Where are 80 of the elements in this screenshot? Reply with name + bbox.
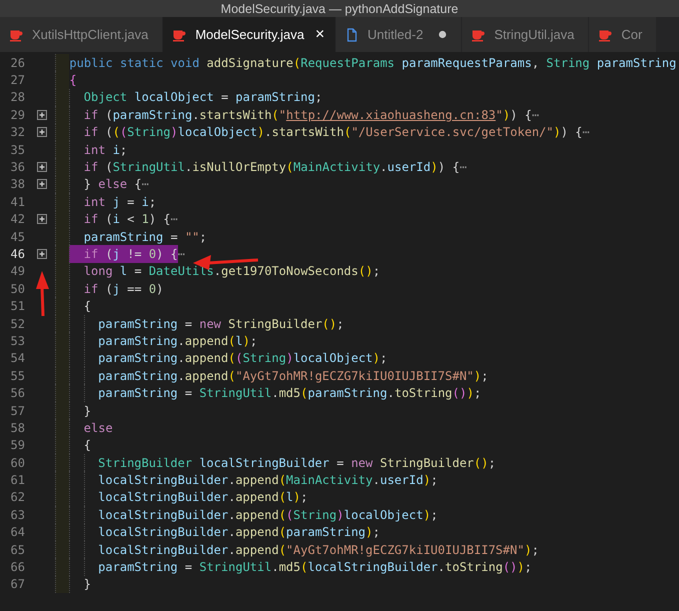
expand-icon[interactable] <box>36 162 46 172</box>
editor-tab[interactable]: ModelSecurity.java × <box>163 17 336 52</box>
line-number: 57 <box>10 404 25 418</box>
expand-icon[interactable] <box>36 110 46 120</box>
editor-tab[interactable]: Cor <box>589 17 658 52</box>
line-number: 38 <box>10 177 25 192</box>
line-number: 27 <box>10 73 25 88</box>
code-line: if (i < 1) {⋯ <box>55 210 178 228</box>
code-line: int j = i; <box>55 193 156 211</box>
line-number: 42 <box>10 212 25 226</box>
code-line: paramString = StringUtil.md5(paramString.toString()); <box>55 384 482 402</box>
coffee-cup-icon <box>172 28 186 42</box>
line-number: 26 <box>10 56 25 70</box>
line-number: 51 <box>10 299 25 314</box>
editor-tab[interactable]: XutilsHttpClient.java <box>0 17 164 52</box>
code-line: localStringBuilder.append(paramString); <box>55 524 380 541</box>
coffee-cup-icon <box>471 28 486 42</box>
code-line: paramString = new StringBuilder(); <box>55 314 344 332</box>
expand-icon[interactable] <box>36 179 46 190</box>
line-number: 60 <box>10 456 25 470</box>
line-number: 35 <box>10 142 25 157</box>
line-number: 41 <box>10 194 25 209</box>
code-line: } <box>55 576 92 594</box>
code-line: paramString.append(l); <box>55 332 258 350</box>
line-number: 61 <box>10 473 25 488</box>
line-number: 55 <box>10 368 25 383</box>
line-number: 58 <box>10 420 25 435</box>
line-number: 45 <box>10 230 25 244</box>
line-number: 67 <box>10 577 25 592</box>
editor-tab[interactable]: StringUtil.java <box>462 17 590 52</box>
code-line: paramString = ""; <box>55 228 207 246</box>
code-line: localStringBuilder.append(l); <box>55 488 308 506</box>
arrow-annotation <box>36 271 49 316</box>
expand-icon[interactable] <box>36 248 46 259</box>
code-line: localStringBuilder.append("AyGt7ohMR!gECZG7kiIU0IUJBII7S#N"); <box>55 540 539 558</box>
code-line: long l = DateUtils.get1970ToNowSeconds(); <box>55 262 380 280</box>
code-line: localStringBuilder.append((String)localObject); <box>55 506 438 524</box>
line-number: 56 <box>10 386 25 400</box>
code-line: } else {⋯ <box>55 176 149 194</box>
code-line: paramString.append((String)localObject); <box>55 350 388 368</box>
line-number: 28 <box>10 90 25 104</box>
code-line: { <box>55 71 77 89</box>
code-line: } <box>55 402 92 420</box>
line-number: 59 <box>10 438 25 452</box>
line-number: 53 <box>10 334 25 348</box>
line-number: 52 <box>10 316 25 331</box>
code-line: if (StringUtil.isNullOrEmpty(MainActivity.userId)) {⋯ <box>55 158 467 176</box>
window-title: ModelSecurity.java — pythonAddSignature <box>220 2 458 16</box>
code-line: if (j != 0) {⋯ <box>55 245 185 263</box>
line-number: 54 <box>10 351 25 366</box>
code-line: localStringBuilder.append(MainActivity.userId); <box>55 471 438 489</box>
line-number: 36 <box>10 160 25 174</box>
line-number: 65 <box>10 542 25 557</box>
line-number: 66 <box>10 560 25 574</box>
line-number: 29 <box>10 108 25 122</box>
code-line: { <box>55 436 92 454</box>
expand-icon[interactable] <box>36 214 46 224</box>
code-line: public static void addSignature(RequestParams paramRequestParams, String paramString <box>55 54 676 72</box>
code-line: paramString = StringUtil.md5(localStringBuilder.toString()); <box>55 558 532 576</box>
line-number: 32 <box>10 125 25 140</box>
line-number: 50 <box>10 282 25 296</box>
code-line: if (paramString.startsWith("http://www.xiaohuasheng.cn:83")) {⋯ <box>55 106 540 124</box>
code-line: if (((String)localObject).startsWith("/UserService.svc/getToken/")) {⋯ <box>55 124 590 141</box>
line-number: 46 <box>10 246 25 261</box>
line-number: 63 <box>10 508 25 522</box>
code-line: if (j == 0) <box>55 280 164 298</box>
code-line: paramString.append("AyGt7ohMR!gECZG7kiIU0IUJBII7S#N"); <box>55 367 488 384</box>
code-line: Object localObject = paramString; <box>55 88 322 106</box>
line-number: 64 <box>10 525 25 540</box>
file-icon <box>344 28 359 42</box>
line-number: 49 <box>10 264 25 278</box>
editor-tab[interactable]: Untitled-2 <box>336 17 462 52</box>
coffee-cup-icon <box>9 28 23 42</box>
code-line: int i; <box>55 140 128 158</box>
code-line: StringBuilder localStringBuilder = new StringBuilder(); <box>55 454 496 472</box>
code-line: { <box>55 297 92 315</box>
expand-icon[interactable] <box>36 127 46 138</box>
line-number: 62 <box>10 490 25 504</box>
code-line: else <box>55 419 113 437</box>
coffee-cup-icon <box>598 28 612 42</box>
